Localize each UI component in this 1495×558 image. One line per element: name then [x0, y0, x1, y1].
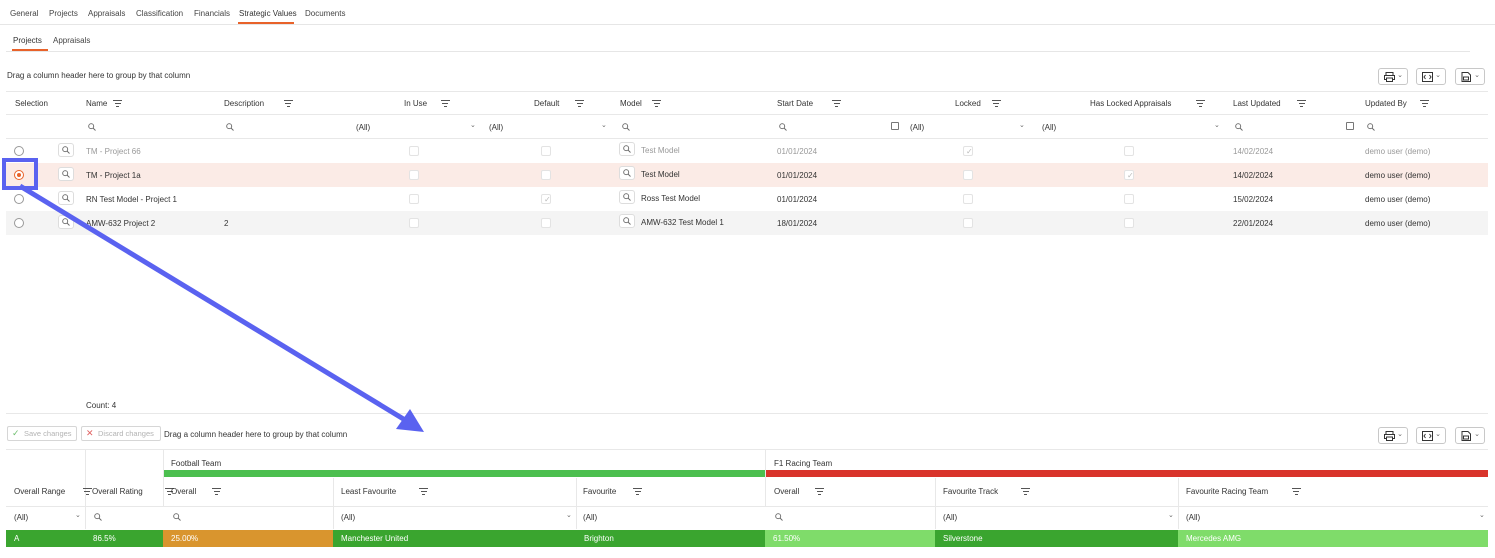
annotation-overlay: [2, 158, 424, 432]
selection-highlight-box: [2, 158, 38, 190]
annotation-arrow-line: [18, 183, 412, 426]
annotation-arrow-head: [396, 409, 424, 432]
